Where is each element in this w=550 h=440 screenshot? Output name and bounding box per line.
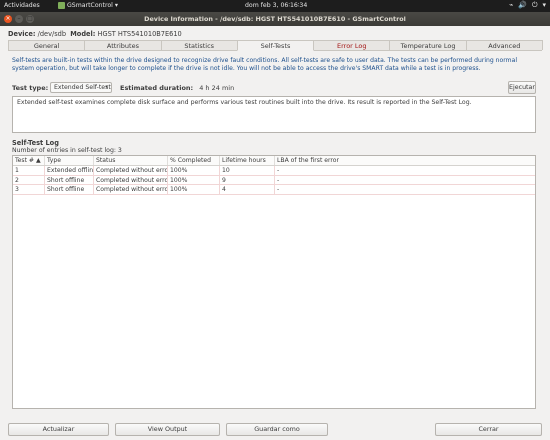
column-header-lba-first-error[interactable]: LBA of the first error <box>275 156 535 165</box>
tab-advanced[interactable]: Advanced <box>465 40 543 50</box>
estimated-duration: Estimated duration: 4 h 24 min <box>120 84 234 92</box>
column-header-type[interactable]: Type <box>45 156 94 165</box>
cell-test-number: 1 <box>13 166 45 176</box>
model-label: Model: <box>70 30 96 38</box>
device-label: Device: <box>8 30 36 38</box>
view-output-button[interactable]: View Output <box>115 423 220 436</box>
cell-lba-first-error: - <box>275 176 535 185</box>
tab-statistics[interactable]: Statistics <box>160 40 238 50</box>
self-test-log-table[interactable]: Test # ▲ Type Status % Completed Lifetim… <box>12 155 536 409</box>
window-title-bar: × – □ Device Information - /dev/sdb: HGS… <box>0 12 550 26</box>
system-tray[interactable]: ⌁ 🔊 ⏻ ▾ <box>509 1 546 10</box>
refresh-button[interactable]: Actualizar <box>8 423 109 436</box>
table-header: Test # ▲ Type Status % Completed Lifetim… <box>13 156 535 166</box>
power-icon[interactable]: ⏻ <box>532 1 538 10</box>
cell-lba-first-error: - <box>275 185 535 195</box>
test-type-select[interactable]: Extended Self-test ▾ <box>50 82 112 93</box>
cell-type: Short offline <box>45 175 94 185</box>
cell-lba-first-error: - <box>275 166 535 176</box>
volume-icon[interactable]: 🔊 <box>518 1 527 10</box>
cell-percent-completed: 100% <box>168 175 220 185</box>
column-header-test-number[interactable]: Test # ▲ <box>13 156 45 165</box>
network-icon[interactable]: ⌁ <box>509 1 513 10</box>
close-button[interactable]: Cerrar <box>435 423 542 436</box>
cell-type: Extended offline <box>45 166 94 176</box>
cell-lifetime-hours: 4 <box>220 185 275 195</box>
column-header-status[interactable]: Status <box>94 156 168 165</box>
cell-status: Completed without error <box>94 175 168 185</box>
gsmartcontrol-app-icon <box>58 2 65 9</box>
cell-lifetime-hours: 9 <box>220 175 275 185</box>
cell-type: Short offline <box>45 185 94 195</box>
chevron-down-icon: ▾ <box>105 84 108 90</box>
self-tests-intro: Self-tests are built-in tests within the… <box>12 57 518 72</box>
system-top-bar: Actividades GSmartControl ▾ dom feb 3, 0… <box>0 0 550 12</box>
cell-percent-completed: 100% <box>168 185 220 195</box>
cell-test-number: 3 <box>13 185 45 195</box>
cell-percent-completed: 100% <box>168 166 220 176</box>
column-header-percent-completed[interactable]: % Completed <box>168 156 220 165</box>
tab-bar: General Attributes Statistics Self-Tests… <box>8 40 543 51</box>
cell-status: Completed without error <box>94 185 168 195</box>
table-row[interactable]: 3 Short offline Completed without error … <box>13 185 535 195</box>
tab-temperature-log[interactable]: Temperature Log <box>389 40 467 50</box>
tab-error-log[interactable]: Error Log <box>313 40 391 50</box>
table-row[interactable]: 2 Short offline Completed without error … <box>13 175 535 185</box>
app-menu-label: GSmartControl <box>67 2 113 9</box>
tab-self-tests[interactable]: Self-Tests <box>236 40 315 51</box>
app-menu[interactable]: GSmartControl ▾ <box>58 2 118 9</box>
estimated-duration-label: Estimated duration: <box>120 84 194 92</box>
cell-status: Completed without error <box>94 166 168 176</box>
clock[interactable]: dom feb 3, 06∶16∶34 <box>245 2 307 9</box>
activities-button[interactable]: Actividades <box>4 2 40 9</box>
column-header-lifetime-hours[interactable]: Lifetime hours <box>220 156 275 165</box>
dialog-footer: Actualizar View Output Guardar como Cerr… <box>8 423 542 436</box>
chevron-down-icon: ▾ <box>114 2 118 9</box>
estimated-duration-value: 4 h 24 min <box>199 84 235 92</box>
test-type-value: Extended Self-test <box>54 84 111 91</box>
execute-button[interactable]: Ejecutar <box>508 81 536 94</box>
window-title: Device Information - /dev/sdb: HGST HTS5… <box>144 15 406 23</box>
model-value: HGST HTS541010B7E610 <box>97 30 182 38</box>
tab-general[interactable]: General <box>8 40 86 50</box>
save-as-button[interactable]: Guardar como <box>226 423 328 436</box>
table-row[interactable]: 1 Extended offline Completed without err… <box>13 166 535 176</box>
test-description: Extended self-test examines complete dis… <box>12 96 536 133</box>
test-type-row: Test type: Extended Self-test ▾ Estimate… <box>12 81 536 94</box>
self-tests-panel: Self-tests are built-in tests within the… <box>8 51 542 418</box>
chevron-down-icon[interactable]: ▾ <box>542 1 546 10</box>
cell-test-number: 2 <box>13 175 45 185</box>
self-test-log-count: Number of entries in self-test log: 3 <box>12 147 122 154</box>
cell-lifetime-hours: 10 <box>220 166 275 176</box>
test-type-label: Test type: <box>12 84 49 92</box>
tab-attributes[interactable]: Attributes <box>84 40 162 50</box>
device-value: /dev/sdb <box>37 30 67 38</box>
self-test-log-title: Self-Test Log <box>12 139 59 147</box>
device-summary: Device: /dev/sdb Model: HGST HTS541010B7… <box>8 30 182 38</box>
